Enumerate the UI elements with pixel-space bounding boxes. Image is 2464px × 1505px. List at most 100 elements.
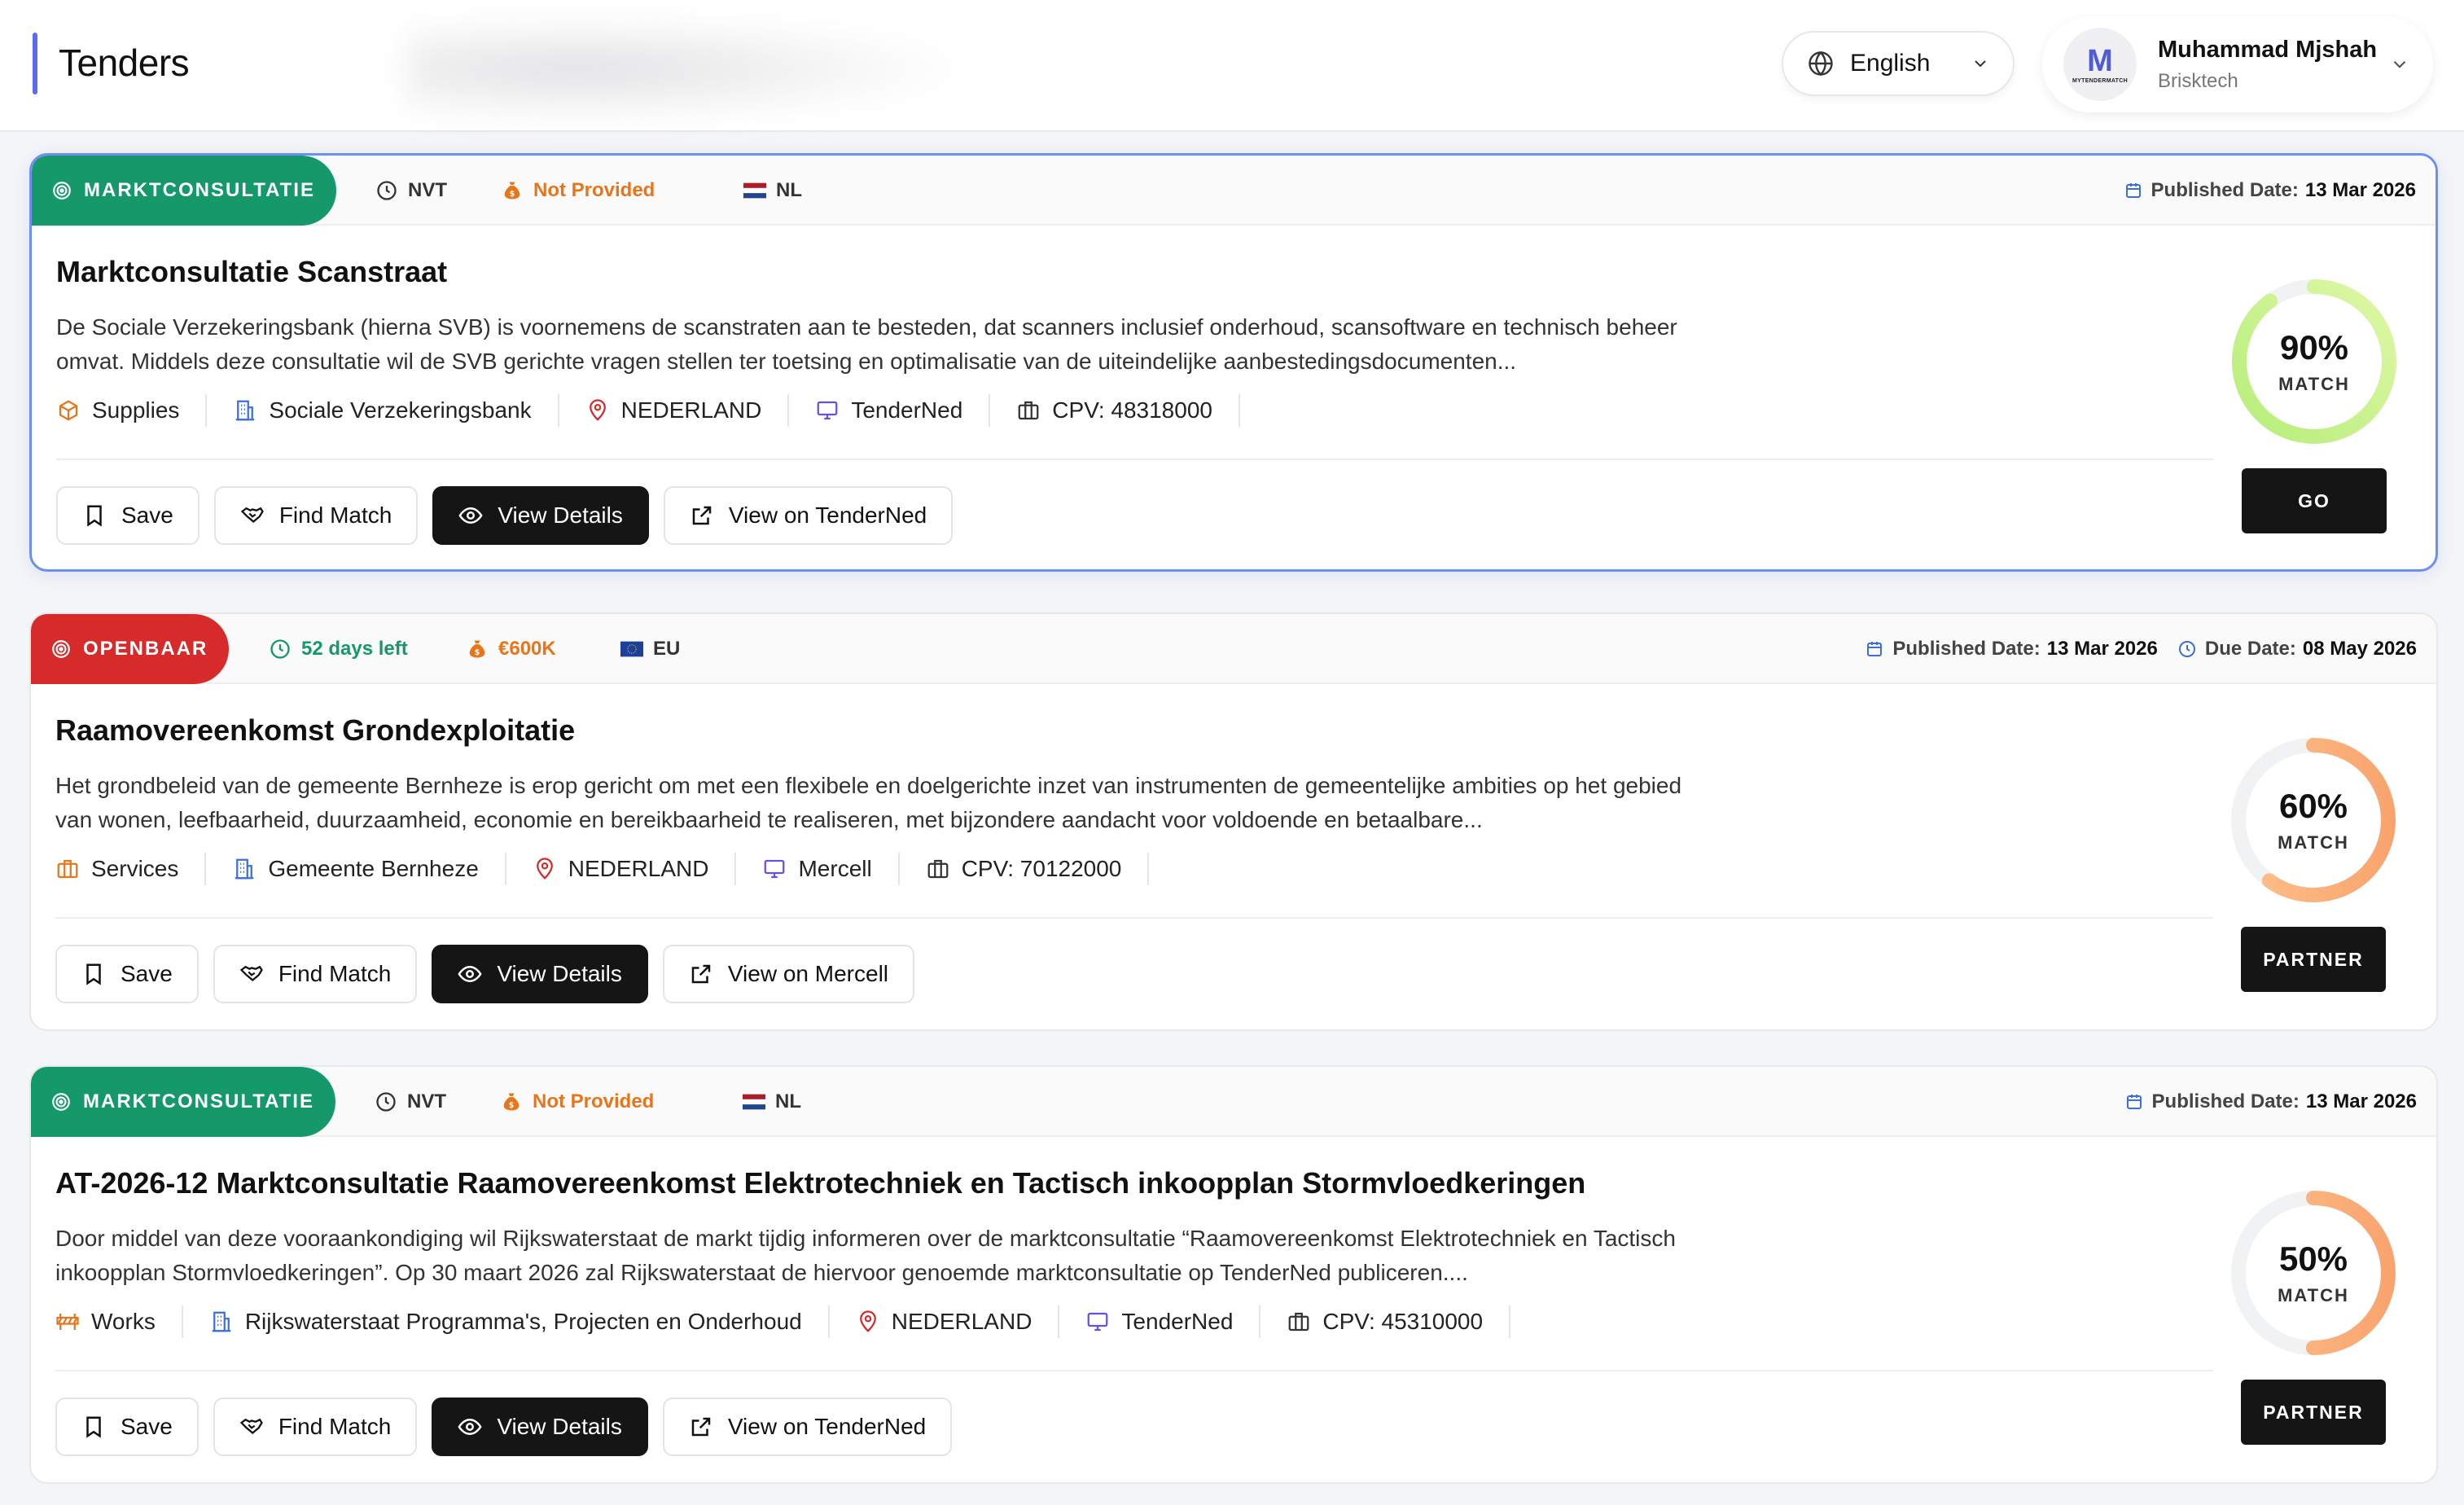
monitor-icon [1088,1312,1108,1332]
view-on-source-button[interactable]: View on TenderNed [662,1398,953,1456]
top-header: Tenders English M MYTENDERMATCH Muhammad… [0,0,2464,132]
clock-icon [376,1092,396,1112]
view-details-button[interactable]: View Details [432,486,649,545]
building-icon [212,1311,231,1332]
match-percent: 50% [2278,1240,2348,1278]
money-bag-icon: $ [469,640,485,658]
card-divider [55,1370,2213,1371]
tender-tags: Services Gemeente Bernheze NEDERLAND Mer… [55,849,1175,889]
deadline-text: 52 days left [301,638,408,660]
view-on-source-button[interactable]: View on TenderNed [663,486,954,545]
category-text: Works [91,1309,156,1334]
user-info: Muhammad Mjshah Brisktech [2158,37,2389,93]
cpv-tag: CPV: 70122000 [926,853,1150,885]
view-on-source-button[interactable]: View on Mercell [662,945,915,1003]
save-button[interactable]: Save [55,1398,199,1456]
status-badge: MARKTCONSULTATIE [31,1067,335,1137]
due-label: Due Date: [2204,638,2296,660]
source-text: Mercell [798,856,872,881]
language-select[interactable]: English [1782,31,2015,96]
find-match-button[interactable]: Find Match [213,1398,418,1456]
chevron-down-icon [1975,60,1986,68]
country-text: NEDERLAND [620,397,762,423]
globe-icon [1809,50,1833,77]
tender-description: Door middel van deze vooraankondiging wi… [55,1226,1676,1285]
country-tag: NEDERLAND [856,1305,1060,1338]
clock-icon [377,181,397,200]
chevron-down-icon [2393,60,2406,68]
country-tag: NEDERLAND [585,394,790,427]
buyer-text: Gemeente Bernheze [268,856,479,881]
recommendation-button[interactable]: GO [2242,468,2387,533]
monitor-icon [817,401,838,420]
match-score: 60% MATCH [2228,735,2399,906]
save-button[interactable]: Save [55,945,199,1003]
clock-icon [2178,641,2195,657]
external-link-icon [691,1417,711,1437]
target-icon [52,1093,70,1111]
deadline-meta: NVT [375,156,447,226]
buyer-tag: Rijkswaterstaat Programma's, Projecten e… [209,1305,830,1338]
tender-title[interactable]: AT-2026-12 Marktconsultatie Raamovereenk… [55,1166,1585,1200]
svg-text:$: $ [509,1101,515,1110]
briefcase-icon [1018,401,1039,420]
nl-flag-icon [743,182,766,199]
blurred-region [407,16,977,122]
source-text: TenderNed [851,397,963,423]
save-button[interactable]: Save [56,486,199,545]
buyer-tag: Gemeente Bernheze [232,853,506,885]
find-match-label: Find Match [278,961,392,986]
cpv-text: CPV: 48318000 [1052,397,1212,423]
published-label: Published Date: [2151,179,2299,201]
match-text: 90% MATCH [2229,276,2400,447]
eu-flag-icon [620,641,643,657]
region-meta: NL [743,156,802,226]
calendar-icon [2125,183,2141,198]
save-label: Save [121,502,173,528]
recommendation-button[interactable]: PARTNER [2241,1380,2386,1445]
published-value: 13 Mar 2026 [2304,179,2416,201]
recommendation-button[interactable]: PARTNER [2241,927,2386,992]
status-label: MARKTCONSULTATIE [84,179,315,201]
tender-card[interactable]: OPENBAAR 52 days left $ €600K EU Publish… [29,612,2438,1031]
find-match-button[interactable]: Find Match [213,945,418,1003]
card-actions: Save Find Match View Details View on Ten… [56,486,967,545]
tender-title[interactable]: Raamovereenkomst Grondexploitatie [55,713,575,748]
bookmark-icon [86,963,101,985]
deadline-meta: 52 days left [269,614,408,684]
tender-tags: Works Rijkswaterstaat Programma's, Proje… [55,1301,1537,1342]
match-text: 50% MATCH [2228,1187,2399,1358]
user-menu[interactable]: M MYTENDERMATCH Muhammad Mjshah Brisktec… [2042,16,2433,112]
status-label: MARKTCONSULTATIE [83,1090,314,1112]
card-actions: Save Find Match View Details View on Mer… [55,945,929,1003]
view-details-label: View Details [497,1414,622,1439]
tender-description: Het grondbeleid van de gemeente Bernheze… [55,773,1682,832]
cpv-tag: CPV: 45310000 [1287,1305,1511,1338]
source-text: TenderNed [1121,1309,1234,1334]
page-title: Tenders [59,42,190,84]
view-on-source-label: View on TenderNed [728,502,927,528]
status-badge: OPENBAAR [31,614,230,684]
money-bag-icon: $ [504,182,520,200]
map-pin-icon [859,1310,876,1332]
external-link-icon [691,964,711,984]
region-text: NL [776,179,802,201]
target-icon [53,182,71,200]
find-match-button[interactable]: Find Match [213,486,419,545]
buyer-tag: Sociale Verzekeringsbank [233,394,559,427]
view-details-button[interactable]: View Details [432,945,648,1003]
source-tag: TenderNed [815,394,991,427]
view-details-label: View Details [497,961,622,986]
view-details-button[interactable]: View Details [432,1398,648,1456]
tender-card[interactable]: MARKTCONSULTATIE NVT $ Not Provided NL P… [29,1065,2438,1484]
country-text: NEDERLAND [891,1309,1033,1334]
tender-card[interactable]: MARKTCONSULTATIE NVT $ Not Provided NL P… [29,153,2438,572]
deadline-meta: NVT [375,1067,446,1137]
card-dates: Published Date: 13 Mar 2026 [2105,1067,2417,1137]
match-label: MATCH [2278,1285,2349,1305]
published-date: Published Date: 13 Mar 2026 [2124,1090,2417,1113]
tender-title[interactable]: Marktconsultatie Scanstraat [56,255,447,289]
handshake-icon [239,965,263,981]
calendar-icon [2126,1095,2142,1109]
published-date: Published Date: 13 Mar 2026 [1865,638,2158,660]
